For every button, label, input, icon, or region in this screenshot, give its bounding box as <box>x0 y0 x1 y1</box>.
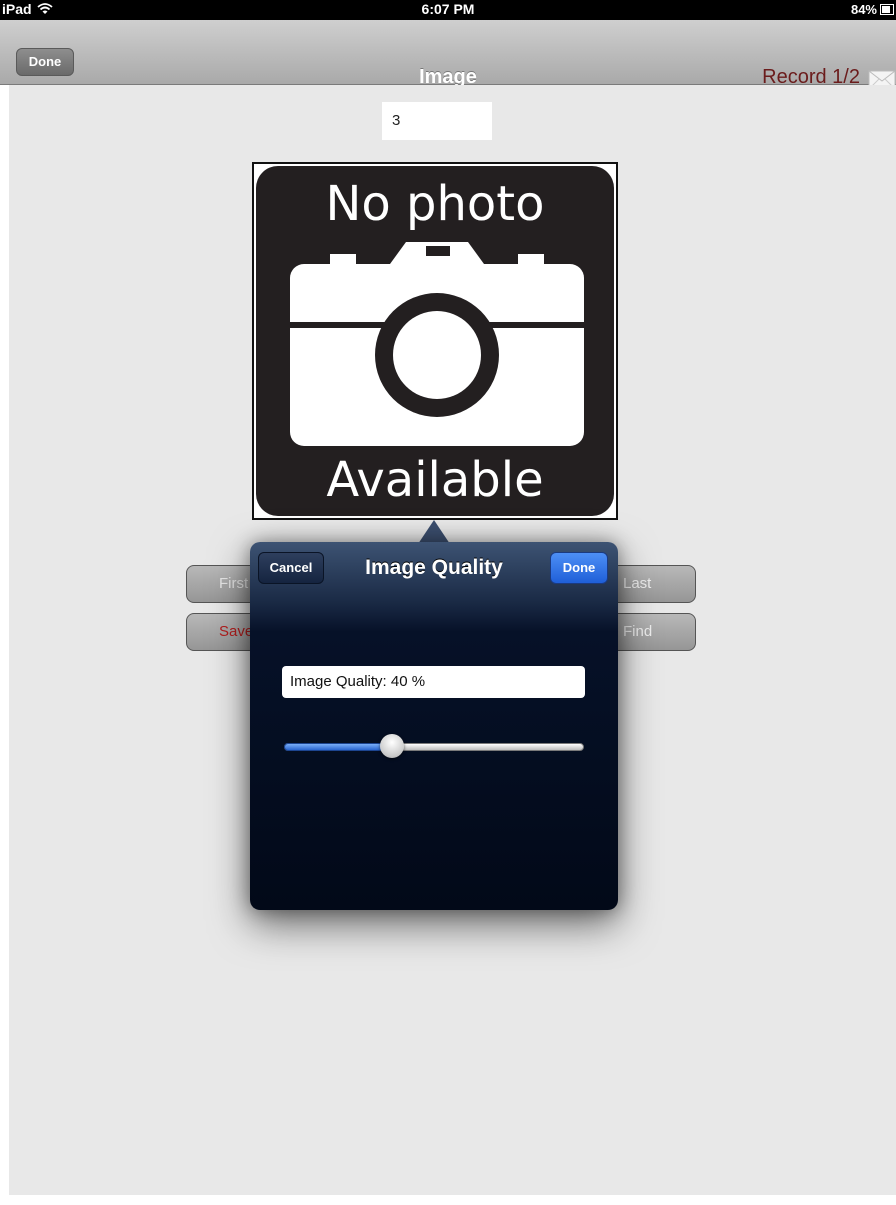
camera-icon <box>290 242 584 446</box>
image-quality-popover: Cancel Image Quality Done Image Quality:… <box>250 542 618 910</box>
status-time: 6:07 PM <box>421 1 475 17</box>
photo-placeholder[interactable]: No photo Available <box>252 162 618 520</box>
no-photo-image: No photo Available <box>256 166 614 516</box>
slider-fill <box>284 743 392 751</box>
battery-icon <box>880 4 894 15</box>
image-quality-field[interactable]: Image Quality: 40 % <box>282 666 585 698</box>
available-text: Available <box>326 452 544 508</box>
no-photo-text: No photo <box>325 176 545 232</box>
slider-thumb[interactable] <box>380 734 404 758</box>
navigation-bar: Done Image Record 1/2 <box>0 20 896 90</box>
battery-percent: 84% <box>850 2 877 17</box>
popover-arrow <box>418 520 450 544</box>
image-quality-slider[interactable] <box>284 734 584 758</box>
record-number-field[interactable]: 3 <box>382 102 492 140</box>
last-button[interactable]: Last <box>606 565 696 603</box>
find-button[interactable]: Find <box>606 613 696 651</box>
status-bar: iPad 6:07 PM 84% <box>0 0 896 20</box>
popover-done-button[interactable]: Done <box>550 552 608 584</box>
